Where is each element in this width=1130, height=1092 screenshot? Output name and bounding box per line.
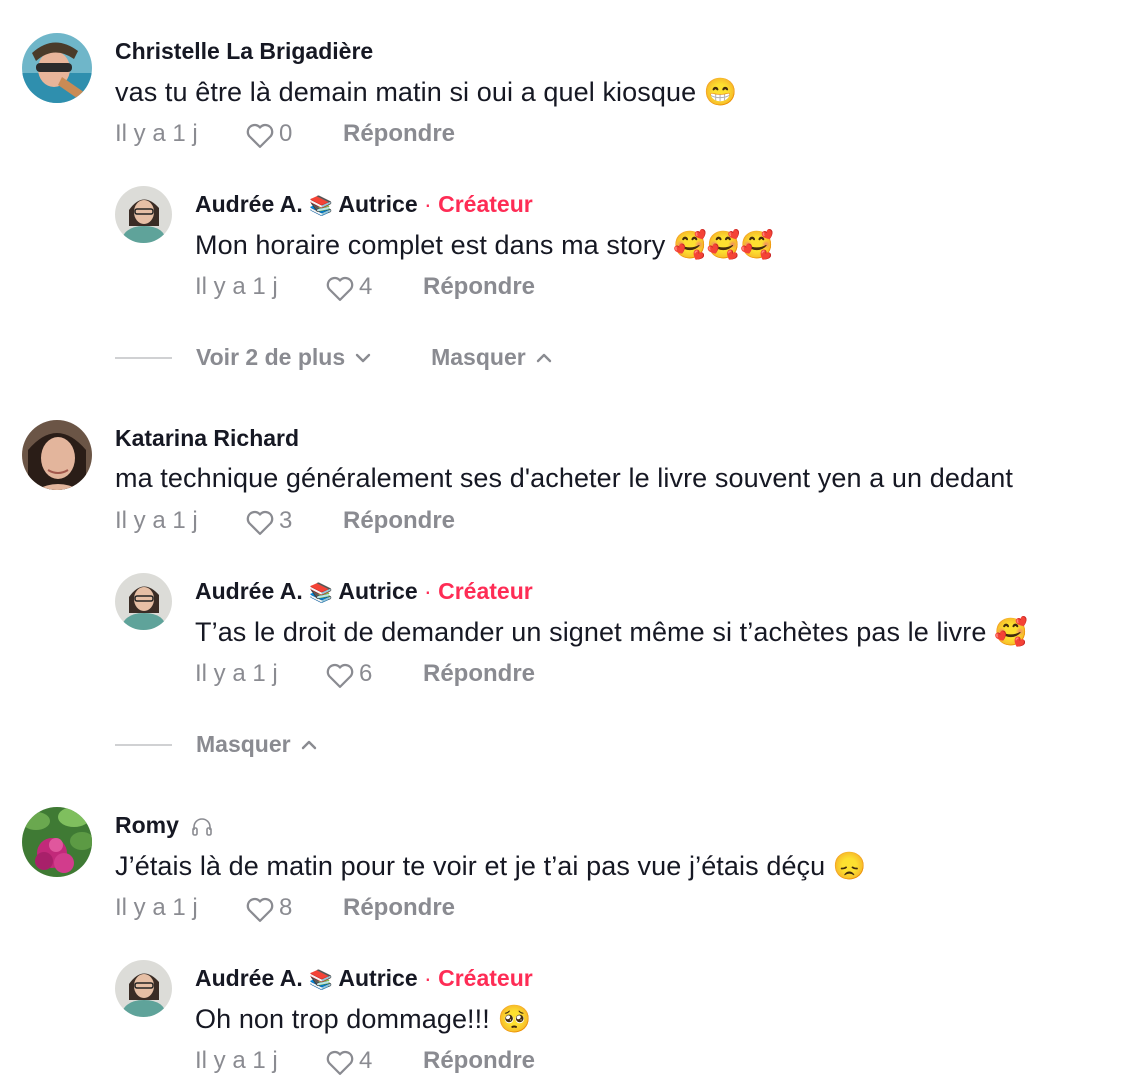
like-count: 4 [359,1047,373,1074]
creator-badge: Créateur [438,191,533,217]
reply-author-name[interactable]: Audrée A. [195,578,303,604]
hide-label: Masquer [431,344,526,370]
divider-line [115,743,172,746]
reply-meta: Il y a 1 j 4 Répondre [195,1046,535,1076]
reply-meta: Il y a 1 j 6 Répondre [195,659,535,689]
reply-text: T’as le droit de demander un signet même… [195,617,1028,647]
comment-meta: Il y a 1 j 8 Répondre [115,893,455,923]
heart-icon [246,510,274,535]
heart-icon [246,897,274,922]
view-more-label: Voir 2 de plus [196,344,346,370]
like-button[interactable]: 0 [245,119,343,149]
headphones-icon [192,818,213,836]
like-button[interactable]: 4 [325,1046,423,1076]
replies-expander: Masquer [115,731,317,758]
heart-icon [326,1050,354,1075]
view-more-replies-button[interactable]: Voir 2 de plus [196,344,371,371]
reply-text: Mon horaire complet est dans ma story 🥰🥰… [195,230,775,260]
reply-meta: Il y a 1 j 4 Répondre [195,272,535,302]
reply-author-suffix: Autrice [338,578,418,604]
comment-time: Il y a 1 j [115,120,198,147]
like-button[interactable]: 6 [325,659,423,689]
chevron-up-icon [301,740,316,749]
reply-button[interactable]: Répondre [343,894,455,922]
comment-author[interactable]: Romy [115,812,213,839]
reply-author[interactable]: Audrée A. 📚 Autrice · Créateur [195,965,533,992]
like-count: 4 [359,273,373,300]
comment-text: ma technique généralement ses d'acheter … [115,463,1013,493]
comment-time: Il y a 1 j [115,507,198,534]
like-count: 8 [279,894,293,921]
divider-line [115,356,172,359]
separator-dot: · [424,191,432,217]
hide-label: Masquer [196,731,291,757]
hide-replies-button[interactable]: Masquer [196,731,317,758]
creator-badge: Créateur [438,965,533,991]
reply-author-name[interactable]: Audrée A. [195,965,303,991]
heart-icon [326,276,354,301]
comment-time: Il y a 1 j [115,894,198,921]
comment-meta: Il y a 1 j 3 Répondre [115,506,455,536]
separator-dot: · [424,965,432,991]
comment-author[interactable]: Katarina Richard [115,425,299,452]
reply-author-name[interactable]: Audrée A. [195,191,303,217]
like-button[interactable]: 4 [325,272,423,302]
heart-icon [246,123,274,148]
avatar-katarina[interactable] [22,420,92,490]
reply-text: Oh non trop dommage!!! 🥺 [195,1004,532,1034]
reply-button[interactable]: Répondre [343,507,455,535]
comment-author[interactable]: Christelle La Brigadière [115,38,373,65]
reply-button[interactable]: Répondre [423,273,535,301]
comment-meta: Il y a 1 j 0 Répondre [115,119,455,149]
reply-button[interactable]: Répondre [423,660,535,688]
chevron-up-icon [536,353,551,362]
reply-author-suffix: Autrice [338,965,418,991]
like-count: 0 [279,120,293,147]
reply-button[interactable]: Répondre [343,120,455,148]
reply-author-suffix: Autrice [338,191,418,217]
hide-replies-button[interactable]: Masquer [431,344,552,371]
reply-time: Il y a 1 j [195,273,278,300]
reply-time: Il y a 1 j [195,660,278,687]
avatar-audree[interactable] [115,573,172,630]
books-emoji: 📚 [309,970,333,991]
reply-author[interactable]: Audrée A. 📚 Autrice · Créateur [195,578,533,605]
separator-dot: · [424,578,432,604]
avatar-audree[interactable] [115,960,172,1017]
avatar-christelle[interactable] [22,33,92,103]
books-emoji: 📚 [309,583,333,604]
like-button[interactable]: 3 [245,506,343,536]
replies-expander: Voir 2 de plus Masquer [115,344,552,371]
creator-badge: Créateur [438,578,533,604]
heart-icon [326,663,354,688]
chevron-down-icon [355,353,371,362]
reply-time: Il y a 1 j [195,1047,278,1074]
books-emoji: 📚 [309,196,333,217]
comment-text: J’étais là de matin pour te voir et je t… [115,851,867,881]
reply-author[interactable]: Audrée A. 📚 Autrice · Créateur [195,191,533,218]
reply-button[interactable]: Répondre [423,1047,535,1075]
like-button[interactable]: 8 [245,893,343,923]
like-count: 3 [279,507,293,534]
avatar-audree[interactable] [115,186,172,243]
comment-text: vas tu être là demain matin si oui a que… [115,77,738,107]
comments-panel: Christelle La Brigadière vas tu être là … [0,0,1130,1092]
avatar-romy[interactable] [22,807,92,877]
comment-author-name[interactable]: Romy [115,812,179,838]
like-count: 6 [359,660,373,687]
